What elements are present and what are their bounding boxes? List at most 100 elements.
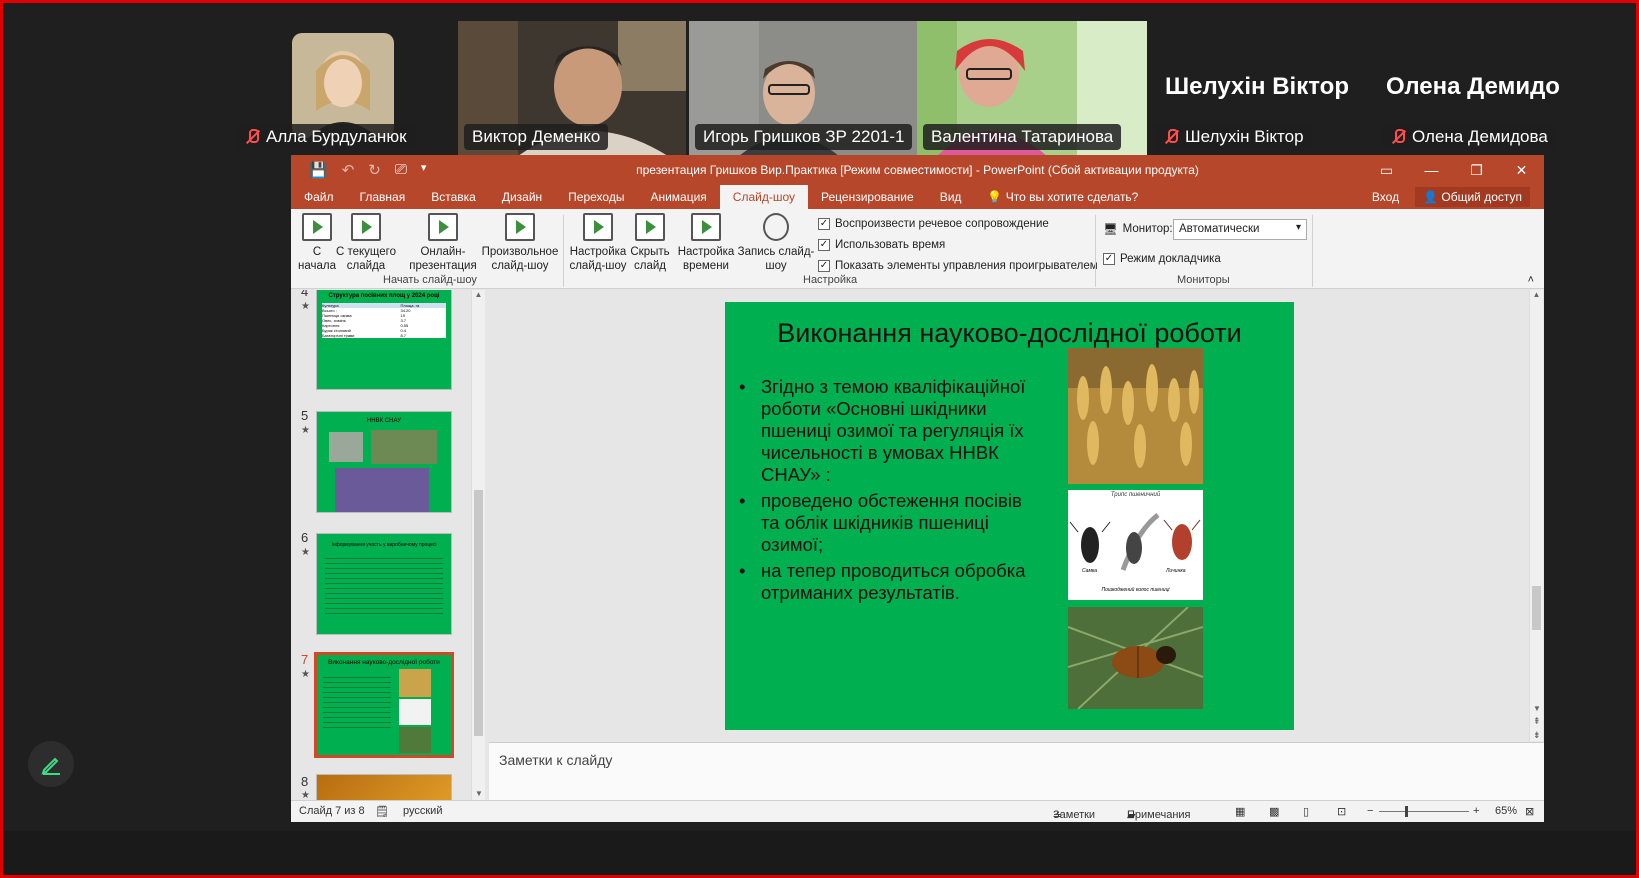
from-current-button[interactable]: С текущего слайда bbox=[335, 213, 397, 273]
save-icon[interactable]: 💾 bbox=[309, 161, 328, 179]
fit-to-window-icon[interactable]: ⊠ bbox=[1525, 805, 1534, 818]
thumbnail-slide-8[interactable] bbox=[316, 774, 452, 800]
reading-view-icon[interactable]: ▯ bbox=[1303, 805, 1309, 818]
monitor-label: 🖥 Монитор: bbox=[1103, 222, 1173, 236]
signin-link[interactable]: Вход bbox=[1372, 190, 1399, 204]
spellcheck-icon[interactable]: 🗒 bbox=[375, 805, 389, 818]
narration-checkbox[interactable]: ✓ Воспроизвести речевое сопровождение bbox=[818, 218, 1049, 230]
next-slide-icon[interactable]: ⇟ bbox=[1533, 730, 1541, 741]
tab-view[interactable]: Вид bbox=[927, 185, 975, 209]
thumbnail-slide-4[interactable]: Структура посівних площ у 2024 році Куль… bbox=[316, 290, 452, 390]
minimize-icon[interactable]: — bbox=[1409, 155, 1454, 185]
thumb-title: ННВК СНАУ bbox=[366, 418, 402, 424]
hide-slide-button[interactable]: Скрыть слайд bbox=[627, 213, 673, 273]
online-presentation-button[interactable]: Онлайн-презентация bbox=[405, 213, 481, 273]
slide-number: 5 bbox=[301, 408, 309, 423]
zoom-out-icon[interactable]: − bbox=[1367, 805, 1373, 817]
scrollbar-thumb[interactable] bbox=[1532, 586, 1541, 630]
button-label: Произвольное слайд-шоу bbox=[481, 246, 559, 272]
person-icon: 👤 bbox=[1423, 190, 1439, 204]
language-indicator[interactable]: русский bbox=[403, 805, 442, 817]
tab-home[interactable]: Главная bbox=[347, 185, 419, 209]
participant-tile-1[interactable]: Алла Бурдуланюк bbox=[230, 21, 415, 156]
thumb-title: Структура посівних площ у 2024 році bbox=[328, 293, 440, 299]
checkbox-label: Воспроизвести речевое сопровождение bbox=[835, 218, 1049, 230]
monitor-select[interactable]: Автоматически bbox=[1173, 219, 1307, 240]
pests-illustration[interactable]: Трипс пшеничний Самка Личинка Пошкоджени… bbox=[1068, 490, 1203, 600]
participant-tile-3[interactable]: Игорь Гришков ЗР 2201-1 bbox=[689, 21, 917, 156]
zoom-level[interactable]: 65% bbox=[1495, 805, 1517, 817]
current-slide[interactable]: Виконання науково-дослідної роботи Згідн… bbox=[725, 302, 1294, 730]
thumbnail-slide-6[interactable]: Інформування участь у виробничому процес… bbox=[316, 533, 452, 635]
participant-tile-2[interactable]: Виктор Деменко bbox=[458, 21, 686, 156]
tab-insert[interactable]: Вставка bbox=[418, 185, 489, 209]
group-label-setup: Настройка bbox=[803, 274, 858, 286]
thumbnail-slide-5[interactable]: ННВК СНАУ bbox=[316, 411, 452, 513]
close-icon[interactable]: ✕ bbox=[1499, 155, 1544, 185]
redo-icon[interactable]: ↻ bbox=[368, 161, 381, 179]
slideshow-view-icon[interactable]: ⊡ bbox=[1337, 805, 1346, 818]
slide-sorter-icon[interactable]: ▩ bbox=[1269, 805, 1279, 818]
tell-me-box[interactable]: 💡 Что вы хотите сделать? bbox=[974, 185, 1151, 209]
tab-transitions[interactable]: Переходы bbox=[555, 185, 637, 209]
tab-review[interactable]: Рецензирование bbox=[808, 185, 927, 209]
customize-toolbar-icon[interactable]: ▾ bbox=[421, 161, 427, 179]
tab-file[interactable]: Файл bbox=[291, 185, 347, 209]
beetle-photo[interactable] bbox=[1068, 607, 1203, 709]
rehearse-timings-button[interactable]: Настройка времени bbox=[677, 213, 735, 273]
window-title: презентация Гришков Вир.Практика [Режим … bbox=[636, 163, 1199, 177]
zoom-slider-handle[interactable] bbox=[1405, 806, 1408, 817]
button-label: Запись слайд-шоу bbox=[737, 246, 815, 272]
slide-bullets[interactable]: Згідно з темою кваліфікаційної роботи «О… bbox=[739, 376, 1039, 608]
scrollbar-thumb[interactable] bbox=[474, 490, 483, 736]
scroll-up-icon[interactable]: ▲ bbox=[472, 290, 485, 299]
group-label-start: Начать слайд-шоу bbox=[383, 274, 477, 286]
participant-tile-5[interactable]: Шелухін Віктор Шелухін Віктор bbox=[1149, 21, 1374, 156]
tab-animations[interactable]: Анимация bbox=[637, 185, 719, 209]
share-label: Общий доступ bbox=[1441, 190, 1522, 204]
normal-view-icon[interactable]: ▦ bbox=[1235, 805, 1245, 818]
collapse-ribbon-icon[interactable]: ˄ bbox=[1528, 274, 1534, 286]
participant-tile-4[interactable]: Валентина Татаринова bbox=[917, 21, 1147, 156]
wheat-photo[interactable] bbox=[1068, 348, 1203, 484]
custom-slideshow-button[interactable]: Произвольное слайд-шоу bbox=[481, 213, 559, 273]
tab-design[interactable]: Дизайн bbox=[489, 185, 555, 209]
thumbnails-scrollbar[interactable]: ▲ ▼ bbox=[471, 290, 485, 800]
setup-slideshow-button[interactable]: Настройка слайд-шоу bbox=[567, 213, 629, 273]
tab-slideshow[interactable]: Слайд-шоу bbox=[719, 185, 809, 209]
share-button[interactable]: 👤 Общий доступ bbox=[1415, 187, 1530, 207]
scroll-down-icon[interactable]: ▼ bbox=[1533, 704, 1541, 713]
transition-star-icon: ★ bbox=[301, 790, 310, 800]
previous-slide-icon[interactable]: ⇞ bbox=[1533, 716, 1541, 727]
thumb-text-lines bbox=[325, 554, 443, 614]
participant-nametag: Шелухін Віктор bbox=[1155, 124, 1312, 150]
record-icon bbox=[763, 213, 789, 241]
editor-scrollbar[interactable]: ▲ ▼ ⇞ ⇟ bbox=[1529, 290, 1543, 741]
thumb-text-lines bbox=[323, 673, 391, 729]
scroll-up-icon[interactable]: ▲ bbox=[1530, 290, 1543, 299]
slide-title[interactable]: Виконання науково-дослідної роботи bbox=[725, 318, 1294, 349]
thumb-photo bbox=[335, 468, 429, 512]
transition-star-icon: ★ bbox=[301, 425, 310, 436]
slide-editor[interactable]: Виконання науково-дослідної роботи Згідн… bbox=[489, 290, 1544, 741]
account-area: Вход 👤 Общий доступ bbox=[1372, 185, 1530, 209]
timings-checkbox[interactable]: ✓ Использовать время bbox=[818, 239, 945, 251]
mic-muted-icon bbox=[1390, 128, 1406, 146]
scroll-down-icon[interactable]: ▼ bbox=[475, 789, 483, 798]
record-slideshow-button[interactable]: Запись слайд-шоу bbox=[737, 213, 815, 273]
slideshow-icon[interactable]: ⎚ bbox=[395, 161, 407, 179]
undo-icon[interactable]: ↶ bbox=[342, 161, 355, 179]
notes-pane[interactable]: Заметки к слайду bbox=[489, 742, 1544, 800]
zoom-in-icon[interactable]: + bbox=[1473, 805, 1479, 817]
media-controls-checkbox[interactable]: ✓ Показать элементы управления проигрыват… bbox=[818, 260, 1098, 272]
from-start-button[interactable]: С начала bbox=[297, 213, 337, 273]
annotate-pen-button[interactable] bbox=[28, 741, 74, 787]
thumbnail-slide-7[interactable]: Виконання науково-дослідної роботи bbox=[314, 652, 454, 758]
presenter-view-checkbox[interactable]: ✓ Режим докладчика bbox=[1103, 253, 1221, 265]
slide-thumbnails-pane[interactable]: 4 ★ Структура посівних площ у 2024 році … bbox=[291, 290, 489, 800]
monitor-icon: 🖥 bbox=[1103, 224, 1118, 236]
zoom-slider[interactable] bbox=[1379, 811, 1469, 812]
participant-tile-6[interactable]: Олена Демидо Олена Демидова bbox=[1376, 21, 1566, 156]
ribbon-display-icon[interactable]: ▭ bbox=[1364, 155, 1409, 185]
maximize-icon[interactable]: ❐ bbox=[1454, 155, 1499, 185]
